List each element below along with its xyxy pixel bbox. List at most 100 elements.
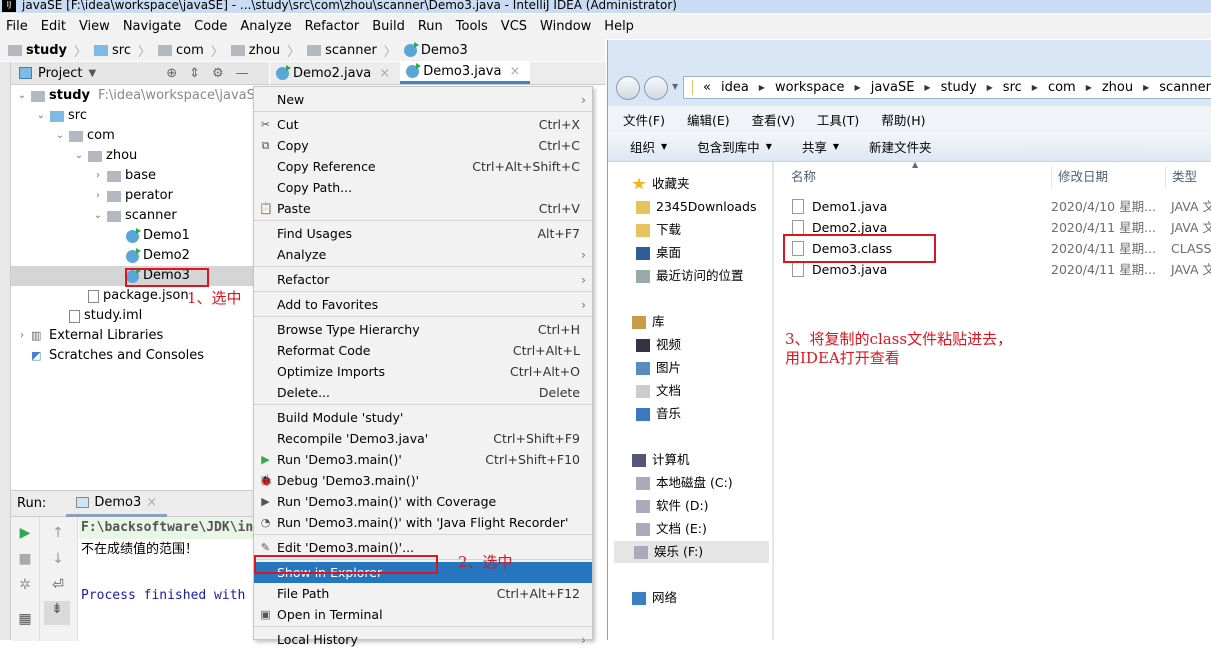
breadcrumb-item[interactable]: study [8, 43, 67, 58]
address-separator-icon[interactable]: ▶ [924, 83, 930, 92]
close-icon[interactable]: × [379, 66, 390, 81]
address-segment[interactable]: src [1003, 80, 1022, 95]
address-segment[interactable]: workspace [775, 80, 845, 95]
toolbar-button[interactable]: 组织 ▼ [630, 137, 667, 156]
explorer-menu-item[interactable]: 工具(T) [817, 110, 859, 129]
menu-item-copy[interactable]: ⧉ Copy Ctrl+C [254, 135, 592, 156]
nav-item-recent[interactable]: 最近访问的位置 [616, 265, 771, 287]
menu-item-refactor[interactable]: Refactor › [254, 269, 592, 290]
address-bar[interactable]: « idea ▶ workspace ▶ javaSE ▶ study ▶ src ▶ com ▶ zho… [683, 76, 1211, 99]
rerun-icon[interactable]: ▶ [17, 525, 33, 541]
file-row[interactable]: Demo1.java 2020/4/10 星期... JAVA 文 [774, 196, 1211, 217]
menu-navigate[interactable]: Navigate [123, 19, 181, 34]
menu-edit[interactable]: Edit [41, 19, 66, 34]
address-segment[interactable]: idea [721, 80, 749, 95]
explorer-menu-item[interactable]: 帮助(H) [881, 110, 925, 129]
nav-item-drive[interactable]: 软件 (D:) [616, 495, 771, 517]
tree-item-package-json[interactable]: package.json [74, 286, 189, 306]
tree-item-study-iml[interactable]: study.iml [55, 306, 142, 326]
tree-item-demo1[interactable]: Demo1 [112, 226, 190, 246]
nav-item-network[interactable]: 网络 [616, 587, 771, 609]
expanded-arrow-icon[interactable]: ⌄ [17, 86, 27, 106]
nav-item-star[interactable]: 收藏夹 [616, 173, 771, 195]
tree-item-perator[interactable]: › perator [93, 186, 173, 206]
back-button[interactable] [616, 76, 640, 100]
menu-item-run-demo3-main[interactable]: ▶ Run 'Demo3.main()' Ctrl+Shift+F10 [254, 449, 592, 470]
menu-analyze[interactable]: Analyze [240, 19, 291, 34]
address-segment[interactable]: study [941, 80, 977, 95]
menu-item-open-in-terminal[interactable]: ▣ Open in Terminal [254, 604, 592, 625]
tree-item-zhou[interactable]: ⌄ zhou [74, 146, 137, 166]
menu-item-run-demo3-main-with-java-flight-recorder[interactable]: ◔ Run 'Demo3.main()' with 'Java Flight Re… [254, 512, 592, 533]
tree-item-demo2[interactable]: Demo2 [112, 246, 190, 266]
project-view-selector[interactable]: Project [38, 66, 82, 81]
panel-toolbar-icons[interactable]: ⊕⇕⚙— [166, 66, 260, 81]
menu-tools[interactable]: Tools [456, 19, 488, 34]
collapsed-arrow-icon[interactable]: › [93, 186, 103, 206]
menu-item-paste[interactable]: 📋 Paste Ctrl+V [254, 198, 592, 219]
menu-item-add-to-favorites[interactable]: Add to Favorites › [254, 294, 592, 315]
close-icon[interactable]: × [509, 64, 520, 79]
menu-item-debug-demo3-main[interactable]: 🐞 Debug 'Demo3.main()' [254, 470, 592, 491]
toolbar-button[interactable]: 共享 ▼ [802, 137, 839, 156]
breadcrumb-item[interactable]: zhou [230, 43, 280, 58]
menu-file[interactable]: File [6, 19, 28, 34]
breadcrumb-item[interactable]: scanner [307, 43, 377, 58]
collapsed-arrow-icon[interactable]: › [93, 166, 103, 186]
run-tab[interactable]: Demo3 × [66, 491, 168, 517]
menu-refactor[interactable]: Refactor [305, 19, 360, 34]
expanded-arrow-icon[interactable]: ⌄ [93, 206, 103, 226]
menu-item-reformat-code[interactable]: Reformat Code Ctrl+Alt+L [254, 340, 592, 361]
tree-item-external-libraries[interactable]: › ▥ External Libraries [17, 326, 163, 346]
nav-item-drive[interactable]: 本地磁盘 (C:) [616, 472, 771, 494]
layout-icon[interactable]: ▦ [17, 611, 33, 627]
nav-item-library[interactable]: 库 [616, 311, 771, 333]
nav-item-documents[interactable]: 文档 [616, 380, 771, 402]
menu-item-analyze[interactable]: Analyze › [254, 244, 592, 265]
address-separator-icon[interactable]: ▶ [1086, 83, 1092, 92]
nav-item-desktop[interactable]: 桌面 [616, 242, 771, 264]
stop-icon[interactable]: ■ [17, 551, 33, 567]
down-arrow-icon[interactable]: ↓ [50, 551, 66, 567]
expanded-arrow-icon[interactable]: ⌄ [55, 126, 65, 146]
toolbar-button[interactable]: 包含到库中 ▼ [697, 137, 772, 156]
menu-item-build-module-study[interactable]: Build Module 'study' [254, 407, 592, 428]
history-dropdown-icon[interactable]: ▼ [672, 82, 678, 91]
column-date[interactable]: 修改日期 [1051, 166, 1108, 188]
menu-view[interactable]: View [79, 19, 110, 34]
nav-item-drive[interactable]: 文档 (E:) [616, 518, 771, 540]
tree-item-scanner[interactable]: ⌄ scanner [93, 206, 177, 226]
expanded-arrow-icon[interactable]: ⌄ [74, 146, 84, 166]
menu-item-copy-path[interactable]: Copy Path... [254, 177, 592, 198]
nav-item-computer[interactable]: 计算机 [616, 449, 771, 471]
tab-demo2-java[interactable]: Demo2.java × [270, 62, 400, 84]
scroll-to-end-icon[interactable]: ⇟ [44, 601, 70, 625]
left-tool-strip[interactable] [0, 62, 11, 640]
address-segment[interactable]: javaSE [871, 80, 915, 95]
chevron-down-icon[interactable]: ▼ [88, 68, 96, 79]
menu-item-optimize-imports[interactable]: Optimize Imports Ctrl+Alt+O [254, 361, 592, 382]
tree-item-com[interactable]: ⌄ com [55, 126, 115, 146]
debug-restart-icon[interactable]: ✲ [17, 577, 33, 593]
explorer-menu-item[interactable]: 查看(V) [752, 110, 795, 129]
forward-button[interactable] [644, 76, 668, 100]
column-name[interactable]: 名称 [791, 166, 816, 188]
breadcrumb-item[interactable]: Demo3 [403, 41, 468, 58]
breadcrumb-item[interactable]: com [158, 43, 204, 58]
menu-item-delete[interactable]: Delete... Delete [254, 382, 592, 403]
nav-item-drive[interactable]: 娱乐 (F:) [614, 541, 769, 563]
address-separator-icon[interactable]: ▶ [1032, 83, 1038, 92]
explorer-menu-item[interactable]: 编辑(E) [687, 110, 730, 129]
address-segment[interactable]: scanner [1159, 80, 1211, 95]
tree-item-scratches-and-consoles[interactable]: ◩ Scratches and Consoles [17, 346, 204, 366]
column-type[interactable]: 类型 [1165, 166, 1197, 188]
soft-wrap-icon[interactable]: ⏎ [50, 577, 66, 593]
address-segment[interactable]: « [703, 80, 711, 95]
menu-item-file-path[interactable]: File Path Ctrl+Alt+F12 [254, 583, 592, 604]
up-arrow-icon[interactable]: ↑ [50, 525, 66, 541]
tree-item-src[interactable]: ⌄ src [36, 106, 87, 126]
menu-item-new[interactable]: New › [254, 89, 592, 110]
tab-demo3-java[interactable]: Demo3.java × [400, 62, 531, 84]
address-separator-icon[interactable]: ▶ [1143, 83, 1149, 92]
menu-item-cut[interactable]: ✂ Cut Ctrl+X [254, 114, 592, 135]
